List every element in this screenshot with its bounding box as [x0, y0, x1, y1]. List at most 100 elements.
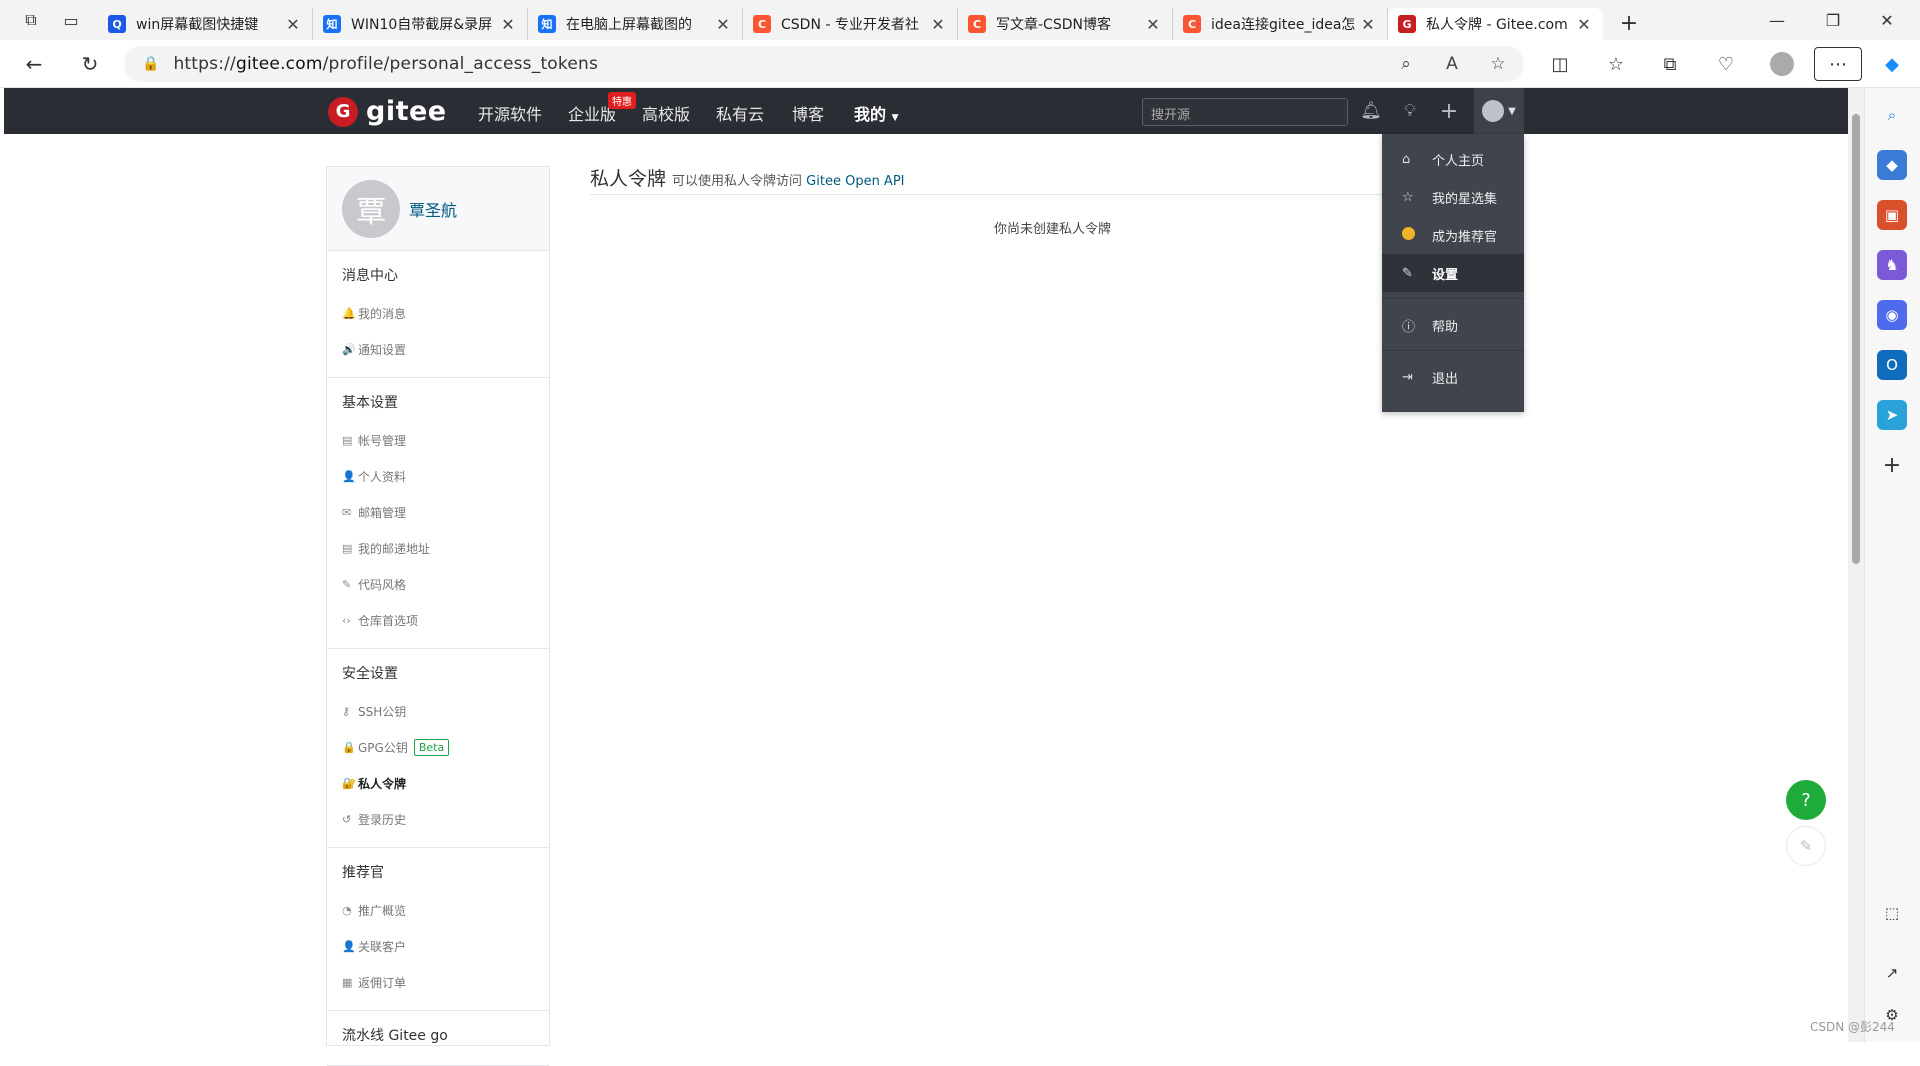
zoom-icon[interactable]: ⌕	[1388, 46, 1424, 82]
bell-icon: 🔔	[342, 306, 356, 320]
bulb-icon[interactable]: 💡︎	[1397, 98, 1423, 124]
sidebar-item[interactable]: ↺ 登录历史	[327, 801, 549, 837]
chart-icon: ◔	[342, 903, 352, 917]
profile-icon[interactable]	[1762, 44, 1802, 84]
games-icon[interactable]: ♞	[1877, 250, 1907, 280]
nav-open-source[interactable]: 开源软件	[478, 101, 542, 125]
browser-tab[interactable]: Cidea连接gitee_idea怎 ✕	[1173, 8, 1388, 40]
nav-blog[interactable]: 博客	[792, 101, 824, 125]
close-tab-icon[interactable]: ✕	[714, 15, 732, 34]
nav-mine[interactable]: 我的 ▼	[854, 101, 899, 125]
sidebar-item-label: 个人资料	[358, 469, 407, 484]
menu-item-logout[interactable]: ⇥ 退出	[1382, 358, 1524, 396]
user-menu-toggle[interactable]: ▼	[1474, 88, 1524, 134]
sidebar-item[interactable]: 👤 个人资料	[327, 458, 549, 494]
sidebar-item[interactable]: 🔒 GPG公钥 Beta	[327, 729, 549, 765]
menu-item-recommender[interactable]: 成为推荐官	[1382, 216, 1524, 254]
gitee-logo[interactable]: G gitee	[328, 96, 447, 127]
open-external-icon[interactable]: ↗	[1877, 958, 1907, 988]
close-tab-icon[interactable]: ✕	[284, 15, 302, 34]
search-icon[interactable]: ⌕	[1877, 100, 1907, 130]
address-bar[interactable]: 🔒 https://gitee.com/profile/personal_acc…	[124, 46, 1524, 82]
refresh-icon[interactable]: ↻	[70, 44, 110, 84]
open-api-link[interactable]: Gitee Open API	[806, 174, 904, 189]
sidebar-item-label: 返佣订单	[358, 975, 407, 990]
close-tab-icon[interactable]: ✕	[1359, 15, 1377, 34]
sidebar-item[interactable]: ⚷ SSH公钥	[327, 693, 549, 729]
page-scrollbar[interactable]	[1848, 88, 1864, 1042]
settings-more-icon[interactable]: ⋯	[1814, 47, 1862, 81]
workspaces-icon[interactable]: ⧉	[16, 5, 46, 35]
sidebar-item[interactable]: 🔊 通知设置	[327, 331, 549, 367]
plus-icon[interactable]: +	[1436, 98, 1462, 124]
menu-item-settings[interactable]: ✎ 设置	[1382, 254, 1524, 292]
page-title: 私人令牌 可以使用私人令牌访问 Gitee Open API	[590, 168, 905, 190]
browser-tab[interactable]: Qwin屏幕截图快捷键 ✕	[98, 8, 313, 40]
tab-favicon-icon: G	[1398, 15, 1416, 33]
add-sidebar-app-icon[interactable]: +	[1877, 450, 1907, 480]
profile-name[interactable]: 覃圣航	[409, 197, 457, 221]
scrollbar-thumb[interactable]	[1852, 114, 1860, 564]
help-fab[interactable]: ?	[1786, 780, 1826, 820]
sidebar-item[interactable]: ◔ 推广概览	[327, 892, 549, 928]
browser-tab[interactable]: G 私人令牌 - Gitee.com ✕	[1388, 8, 1603, 40]
outlook-icon[interactable]: O	[1877, 350, 1907, 380]
favorites-icon[interactable]: ☆	[1596, 44, 1636, 84]
send-icon[interactable]: ➤	[1877, 400, 1907, 430]
sidebar-item[interactable]: 🔐 私人令牌	[327, 765, 549, 801]
close-tab-icon[interactable]: ✕	[499, 15, 517, 34]
copilot-icon[interactable]: ◆	[1872, 44, 1912, 84]
tab-title: 在电脑上屏幕截图的	[566, 17, 692, 33]
gitee-search-input[interactable]: 搜开源	[1142, 98, 1348, 126]
edit-icon: ✎	[1402, 265, 1413, 281]
close-tab-icon[interactable]: ✕	[1575, 15, 1593, 34]
back-icon[interactable]: ←	[14, 44, 54, 84]
caret-down-icon: ▼	[891, 113, 899, 123]
sidebar-item[interactable]: ‹› 仓库首选项	[327, 602, 549, 638]
sidebar-item[interactable]: 🔔 我的消息	[327, 295, 549, 331]
menu-item-help[interactable]: ⓘ 帮助	[1382, 306, 1524, 344]
sidebar-item[interactable]: 👤 关联客户	[327, 928, 549, 964]
lock-icon: 🔒	[342, 740, 356, 754]
nav-education[interactable]: 高校版	[642, 101, 690, 125]
divider	[590, 194, 1520, 195]
url-text: https://gitee.com/profile/personal_acces…	[173, 54, 599, 74]
close-tab-icon[interactable]: ✕	[929, 15, 947, 34]
menu-item-home[interactable]: ⌂ 个人主页	[1382, 140, 1524, 178]
settings-sidebar: 覃 覃圣航 消息中心 🔔 我的消息 🔊 通知设置 基本设置 ▤ 帐号管理 👤 个人资料 ✉ 邮箱管理 ▤…	[326, 166, 550, 1066]
browser-essentials-icon[interactable]: ♡	[1706, 44, 1746, 84]
menu-item-stars[interactable]: ☆ 我的星选集	[1382, 178, 1524, 216]
shopping-tag-icon[interactable]: ◆	[1877, 150, 1907, 180]
empty-state-text: 你尚未创建私人令牌	[994, 222, 1112, 237]
favorite-star-icon[interactable]: ☆	[1480, 46, 1516, 82]
sidebar-item[interactable]: ▦ 返佣订单	[327, 964, 549, 1000]
browser-tab[interactable]: 知在电脑上屏幕截图的 ✕	[528, 8, 743, 40]
tools-icon[interactable]: ▣	[1877, 200, 1907, 230]
browser-tab[interactable]: C CSDN - 专业开发者社 ✕	[743, 8, 958, 40]
maximize-icon[interactable]: ❐	[1808, 0, 1858, 40]
browser-tab[interactable]: 知 WIN10自带截屏&录屏 ✕	[313, 8, 528, 40]
sidebar-item[interactable]: ▤ 我的邮递地址	[327, 530, 549, 566]
microsoft365-icon[interactable]: ◉	[1877, 300, 1907, 330]
collections-icon[interactable]: ⧉	[1650, 44, 1690, 84]
sidebar-item[interactable]: ▤ 帐号管理	[327, 422, 549, 458]
bell-icon[interactable]: 🔔︎	[1358, 98, 1384, 124]
read-aloud-icon[interactable]: A	[1434, 46, 1470, 82]
minimize-icon[interactable]: —	[1752, 0, 1802, 40]
brush-icon: ✎	[342, 577, 352, 591]
tab-actions-icon[interactable]: ▭	[56, 5, 86, 35]
sidebar-item[interactable]: ✎ 代码风格	[327, 566, 549, 602]
close-window-icon[interactable]: ✕	[1862, 0, 1912, 40]
profile-avatar[interactable]: 覃	[342, 179, 400, 238]
nav-private-cloud[interactable]: 私有云	[716, 101, 764, 125]
feedback-edit-icon[interactable]: ✎	[1786, 826, 1826, 866]
new-tab-button[interactable]: +	[1609, 11, 1649, 36]
screenshot-icon[interactable]: ⬚	[1877, 898, 1907, 928]
order-icon: ▦	[342, 975, 353, 989]
close-tab-icon[interactable]: ✕	[1144, 15, 1162, 34]
sidebar-item-label: 私人令牌	[358, 776, 407, 791]
sidebar-item[interactable]: ✉ 邮箱管理	[327, 494, 549, 530]
browser-tab[interactable]: C 写文章-CSDN博客 ✕	[958, 8, 1173, 40]
sidebar-section: 流水线 Gitee go	[327, 1011, 549, 1066]
split-screen-icon[interactable]: ◫	[1540, 44, 1580, 84]
